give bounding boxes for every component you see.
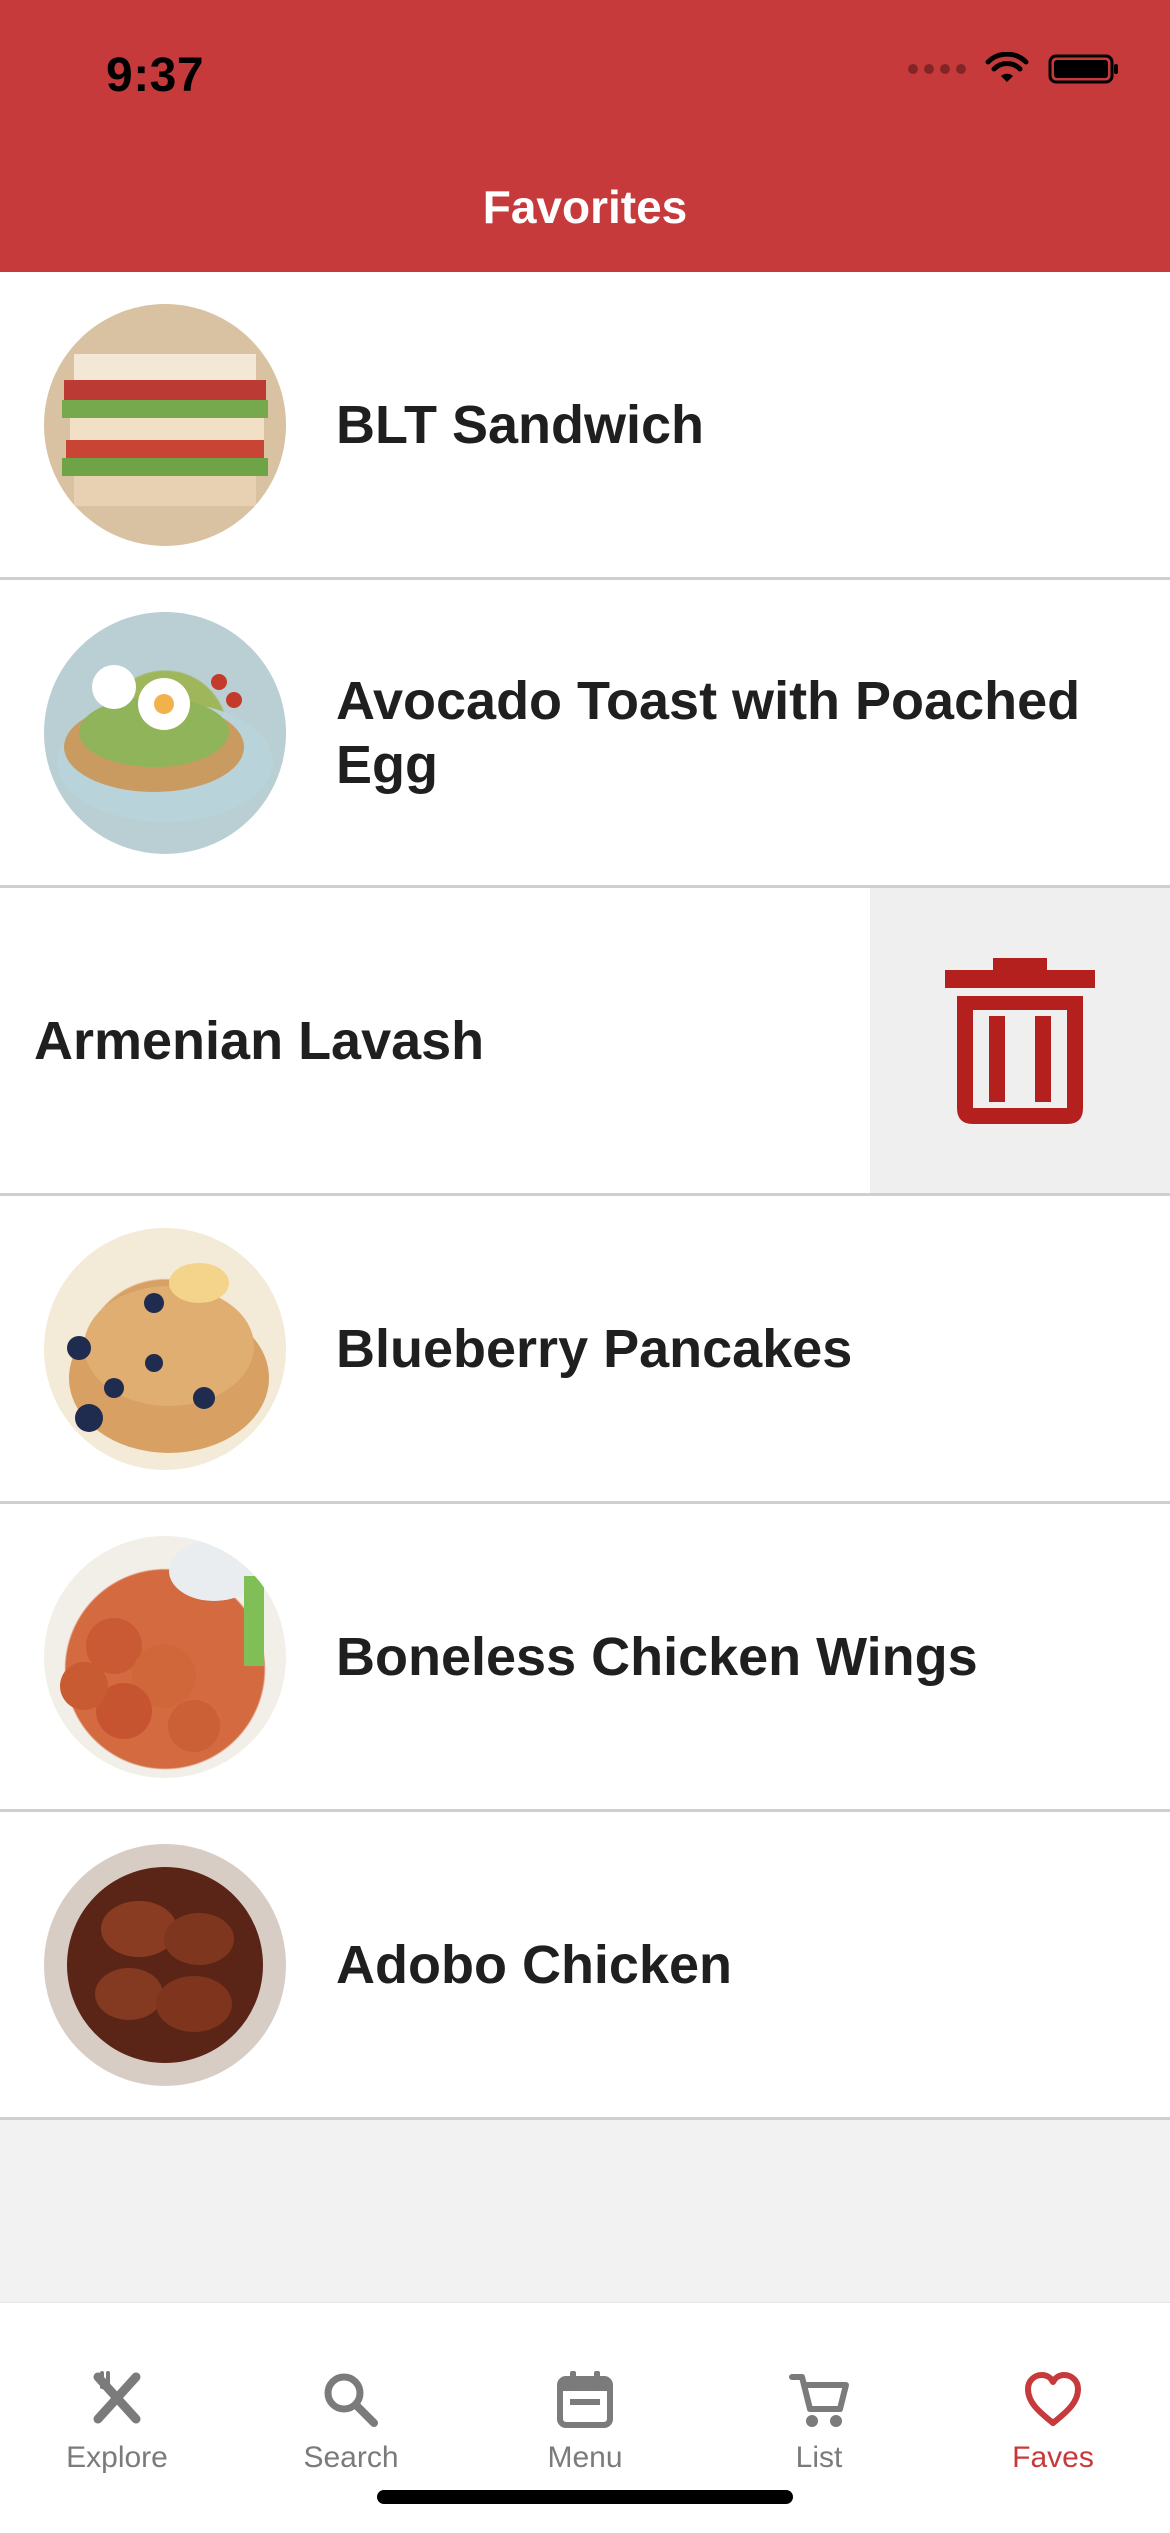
nav-header: 9:37 Favorites <box>0 0 1170 272</box>
delete-action-button[interactable] <box>870 888 1170 1193</box>
recipe-thumbnail <box>44 1535 286 1778</box>
status-icons <box>908 52 1120 86</box>
recipe-thumbnail <box>44 611 286 854</box>
tab-label: Menu <box>547 2441 623 2474</box>
calendar-icon <box>557 2371 613 2428</box>
tab-list[interactable]: List <box>729 2367 909 2475</box>
list-item[interactable]: Boneless Chicken Wings <box>0 1504 1170 1812</box>
trash-icon <box>945 957 1095 1124</box>
cart-icon <box>789 2374 849 2427</box>
home-indicator <box>377 2490 793 2504</box>
recipe-thumbnail <box>44 1843 286 2086</box>
recipe-thumbnail <box>44 1227 286 1470</box>
list-item[interactable]: Blueberry Pancakes <box>0 1196 1170 1504</box>
recipe-title: Boneless Chicken Wings <box>336 1626 978 1687</box>
list-item[interactable]: BLT Sandwich <box>0 272 1170 580</box>
list-item[interactable]: Avocado Toast with Poached Egg <box>0 580 1170 888</box>
recipe-title: Adobo Chicken <box>336 1934 733 1995</box>
tab-label: Explore <box>66 2441 168 2474</box>
favorites-list: BLT Sandwich Avocado Toast with Poached … <box>0 272 1170 2120</box>
tab-explore[interactable]: Explore <box>27 2367 207 2475</box>
recipe-title: Armenian Lavash <box>34 1010 485 1071</box>
recipe-title: Avocado Toast with Poached Egg <box>336 670 1081 795</box>
battery-icon <box>1048 54 1118 84</box>
fork-knife-icon <box>93 2371 141 2424</box>
recipe-title: BLT Sandwich <box>336 394 705 455</box>
list-item[interactable]: Adobo Chicken <box>0 1812 1170 2120</box>
tab-label: Faves <box>1012 2441 1094 2474</box>
tab-label: Search <box>303 2441 399 2474</box>
recipe-thumbnail <box>44 303 286 546</box>
wifi-icon <box>985 52 1029 82</box>
heart-icon <box>1025 2372 1081 2426</box>
tab-menu[interactable]: Menu <box>495 2367 675 2475</box>
page-title: Favorites <box>482 181 688 233</box>
list-item-swiped[interactable]: Armenian Lavash <box>0 888 1170 1196</box>
cellular-signal-icon <box>908 64 966 74</box>
search-icon <box>324 2373 378 2427</box>
recipe-title: Blueberry Pancakes <box>336 1318 853 1379</box>
status-time: 9:37 <box>106 49 205 102</box>
tab-faves[interactable]: Faves <box>963 2367 1143 2475</box>
tab-search[interactable]: Search <box>261 2367 441 2475</box>
tab-label: List <box>795 2441 843 2474</box>
